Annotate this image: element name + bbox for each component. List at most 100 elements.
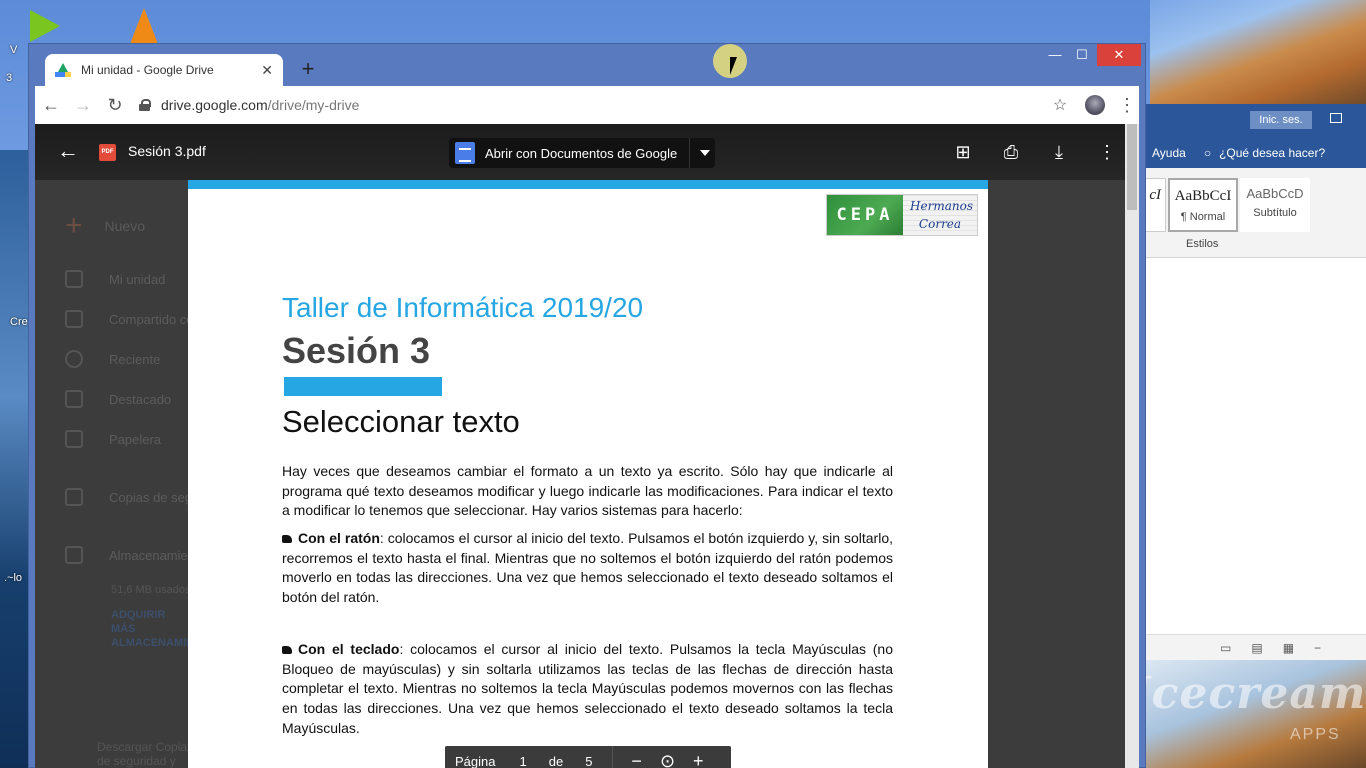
style-normal[interactable]: AaBbCcI ¶ Normal (1168, 178, 1238, 232)
address-bar[interactable]: drive.google.com/drive/my-drive (139, 90, 1045, 120)
close-viewer-back-icon[interactable]: ← (57, 138, 79, 164)
pdf-page: CEPA Hermanos Correa Taller de Informáti… (188, 180, 988, 768)
buy-storage-link: ADQUIRIR MÁS ALMACENAMIENTO (111, 609, 217, 649)
logo-text: CEPA (827, 195, 903, 235)
zoom-in-icon[interactable]: + (693, 751, 704, 768)
browser-tab[interactable]: Mi unidad - Google Drive ✕ (45, 54, 283, 86)
pdf-file-icon: PDF (99, 144, 116, 161)
word-statusbar: ▭ ▤ ▦ − (1146, 634, 1366, 660)
zoom-reset-icon[interactable]: ⊙ (660, 751, 675, 768)
browser-titlebar[interactable]: Mi unidad - Google Drive ✕ + — ☐ ✕ (29, 44, 1147, 86)
style-sample: AaBbCcD (1246, 186, 1304, 201)
download-backup-link: Descargar Copia de seguridad y sincr. (97, 740, 188, 768)
watermark-text: Icecream (1130, 668, 1366, 719)
logo-signature: Hermanos Correa (903, 195, 977, 235)
download-icon[interactable]: ⤓ (1047, 140, 1071, 164)
add-comment-icon[interactable]: ⊞ (951, 140, 975, 164)
more-options-icon[interactable]: ⋮ (1095, 140, 1119, 164)
bullet-title: Con el ratón (298, 530, 380, 546)
profile-avatar[interactable] (1085, 95, 1105, 115)
url-path: /drive/my-drive (267, 97, 360, 113)
chevron-down-icon[interactable] (700, 150, 711, 156)
file-name: Sesión 3.pdf (128, 143, 206, 159)
pdf-viewer-toolbar: ← PDF Sesión 3.pdf Abrir con Documentos … (35, 124, 1125, 180)
new-button: + Nuevo (65, 211, 145, 241)
sidebar-item-trash: Papelera (65, 430, 161, 448)
close-tab-icon[interactable]: ✕ (261, 62, 273, 79)
ribbon-display-icon[interactable] (1330, 113, 1342, 123)
style-sample: AaBbCcI (1174, 188, 1232, 204)
scrollbar-thumb[interactable] (1127, 124, 1137, 210)
desktop-label: V (10, 44, 18, 56)
bullet-title: Con el teclado (298, 641, 400, 657)
clock-icon (65, 350, 83, 368)
sidebar-item-label: Destacado (109, 391, 172, 407)
open-with-button[interactable]: Abrir con Documentos de Google (449, 138, 715, 168)
back-icon[interactable]: ← (35, 95, 67, 116)
sidebar-item-my-drive: Mi unidad (65, 270, 165, 288)
divider (689, 138, 691, 168)
lightbulb-icon: ○ (1203, 146, 1212, 160)
sidebar-item-starred: Destacado (65, 390, 171, 408)
browser-menu-icon[interactable]: ⋮ (1115, 95, 1139, 116)
style-name: Subtítulo (1253, 207, 1297, 219)
divider (612, 746, 614, 768)
mouse-cursor-icon (730, 57, 737, 75)
browser-window: Mi unidad - Google Drive ✕ + — ☐ ✕ ← → ↻… (28, 43, 1146, 768)
sidebar-item-storage: Almacenamiento (65, 546, 206, 564)
page-controls: Página 1 de 5 − ⊙ + (445, 746, 731, 768)
bullet-icon (282, 535, 292, 543)
current-page-input[interactable]: 1 (519, 754, 526, 768)
vlc-desktop-icon[interactable] (130, 8, 158, 44)
word-titlebar: Inic. ses. (1146, 104, 1366, 138)
logo-line: Correa (918, 217, 962, 231)
style-subtitle[interactable]: AaBbCcD Subtítulo (1240, 178, 1310, 232)
new-tab-button[interactable]: + (297, 58, 319, 80)
bullet-paragraph: Con el ratón: colocamos el cursor al ini… (282, 529, 893, 608)
desktop-label: .~lo (4, 572, 23, 584)
google-docs-icon (455, 142, 475, 164)
google-drive-icon (55, 63, 71, 77)
zoom-out-icon[interactable]: − (1314, 641, 1321, 655)
reload-icon[interactable]: ↻ (99, 95, 131, 116)
maximize-button[interactable]: ☐ (1069, 44, 1095, 66)
web-layout-icon[interactable]: ▦ (1283, 641, 1294, 655)
bullet-icon (282, 646, 292, 654)
bookmark-star-icon[interactable]: ☆ (1045, 95, 1075, 115)
document-subtitle: Taller de Informática 2019/20 (282, 292, 644, 323)
word-signin-button[interactable]: Inic. ses. (1250, 111, 1312, 129)
word-ribbon: cI AaBbCcI ¶ Normal AaBbCcD Subtítulo Es… (1096, 168, 1366, 258)
page-label: Página (455, 753, 496, 768)
drive-icon (65, 270, 83, 288)
backup-icon (65, 488, 83, 506)
page-scrollbar[interactable] (1125, 124, 1139, 768)
bullet-paragraph: Con el teclado: colocamos el cursor al i… (282, 640, 893, 739)
zoom-out-icon[interactable]: − (631, 751, 642, 768)
read-mode-icon[interactable]: ▭ (1220, 641, 1231, 655)
word-window: Inic. ses. Ayuda ○ ¿Qué desea hacer? cI … (1096, 104, 1366, 660)
logo-line: Hermanos (910, 199, 973, 213)
new-label: Nuevo (104, 218, 145, 234)
browser-toolbar: ← → ↻ drive.google.com/drive/my-drive ☆ … (35, 86, 1139, 124)
minimize-button[interactable]: — (1043, 44, 1067, 66)
print-layout-icon[interactable]: ▤ (1251, 641, 1262, 655)
forward-icon[interactable]: → (67, 95, 99, 116)
print-icon[interactable]: ⎙ (999, 140, 1023, 164)
cepa-logo: CEPA Hermanos Correa (826, 194, 978, 236)
close-window-button[interactable]: ✕ (1097, 44, 1141, 66)
document-title: Sesión 3 (282, 330, 431, 371)
tab-help[interactable]: Ayuda (1152, 146, 1186, 160)
sidebar-item-recent: Reciente (65, 350, 160, 368)
media-player-desktop-icon[interactable] (30, 10, 60, 42)
open-with-label: Abrir con Documentos de Google (485, 145, 678, 161)
lock-icon[interactable] (139, 99, 151, 111)
desktop-label: Cre (10, 316, 28, 328)
tab-title: Mi unidad - Google Drive (81, 63, 214, 77)
storage-icon (65, 546, 83, 564)
sidebar-item-label: Papelera (109, 431, 162, 447)
style-name: ¶ Normal (1180, 211, 1226, 223)
desktop-label: 3 (6, 72, 13, 84)
of-label: de (548, 753, 564, 768)
styles-group-label: Estilos (1186, 238, 1219, 250)
tell-me-input[interactable]: ¿Qué desea hacer? (1219, 146, 1325, 160)
